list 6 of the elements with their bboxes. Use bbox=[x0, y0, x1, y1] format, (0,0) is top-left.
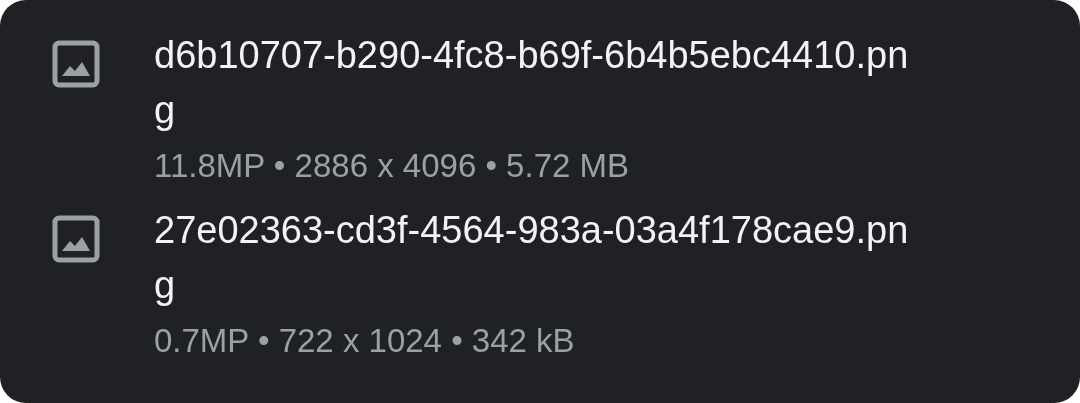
file-details: 0.7MP • 722 x 1024 • 342 kB bbox=[154, 321, 576, 361]
file-details: 11.8MP • 2886 x 4096 • 5.72 MB bbox=[154, 146, 631, 186]
file-name[interactable]: d6b10707-b290-4fc8-b69f-6b4b5ebc4410.png bbox=[154, 28, 914, 138]
file-name[interactable]: 27e02363-cd3f-4564-983a-03a4f178cae9.png bbox=[154, 203, 914, 313]
image-icon bbox=[52, 40, 100, 88]
image-icon bbox=[52, 215, 100, 263]
